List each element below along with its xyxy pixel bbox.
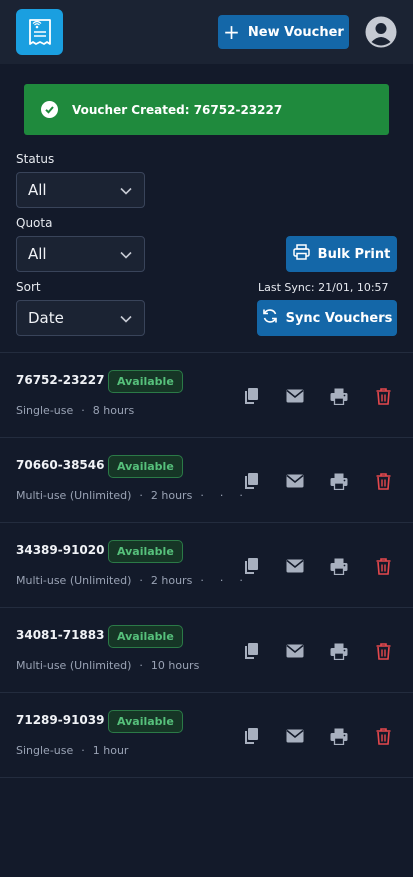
voucher-meta: Single-use · 1 hour bbox=[16, 744, 128, 757]
quota-filter-label: Quota bbox=[16, 216, 53, 230]
status-select-value: All bbox=[28, 181, 47, 199]
quota-select[interactable]: All bbox=[16, 236, 145, 272]
copy-icon[interactable] bbox=[242, 642, 260, 660]
new-voucher-button[interactable]: + New Voucher bbox=[218, 15, 349, 49]
voucher-duration: 10 hours bbox=[150, 659, 200, 672]
print-icon[interactable] bbox=[330, 727, 348, 745]
voucher-meta: Single-use · 8 hours bbox=[16, 404, 134, 417]
status-badge: Available bbox=[108, 540, 183, 563]
copy-icon[interactable] bbox=[242, 727, 260, 745]
separator-dot: · bbox=[219, 574, 224, 587]
voucher-type: Multi-use (Unlimited) bbox=[16, 574, 132, 587]
separator-dot: · bbox=[139, 489, 143, 502]
separator-dot: · bbox=[139, 574, 143, 587]
chevron-down-icon bbox=[120, 181, 132, 199]
success-toast: Voucher Created: 76752-23227 bbox=[24, 84, 389, 135]
bulk-print-button[interactable]: Bulk Print bbox=[286, 236, 397, 272]
separator-dot: · bbox=[239, 574, 243, 587]
new-voucher-label: New Voucher bbox=[247, 24, 344, 40]
copy-icon[interactable] bbox=[242, 557, 260, 575]
voucher-code[interactable]: 70660-38546 bbox=[16, 458, 104, 472]
voucher-meta: Multi-use (Unlimited) · 10 hours bbox=[16, 659, 199, 672]
status-badge: Available bbox=[108, 370, 183, 393]
voucher-row: 71289-91039 Available Single-use · 1 hour bbox=[0, 693, 413, 778]
plus-icon: + bbox=[223, 20, 240, 44]
chevron-down-icon bbox=[120, 245, 132, 263]
trash-icon[interactable] bbox=[374, 472, 392, 490]
separator-dot: · bbox=[219, 489, 224, 502]
voucher-type: Multi-use (Unlimited) bbox=[16, 489, 132, 502]
voucher-type: Single-use bbox=[16, 744, 74, 757]
voucher-duration: 1 hour bbox=[92, 744, 129, 757]
trash-icon[interactable] bbox=[374, 387, 392, 405]
mail-icon[interactable] bbox=[286, 642, 304, 660]
separator-dot: · bbox=[200, 574, 204, 587]
trash-icon[interactable] bbox=[374, 642, 392, 660]
mail-icon[interactable] bbox=[286, 727, 304, 745]
bulk-print-label: Bulk Print bbox=[317, 246, 391, 262]
print-icon[interactable] bbox=[330, 387, 348, 405]
voucher-row: 76752-23227 Available Single-use · 8 hours bbox=[0, 353, 413, 438]
app-header: + New Voucher bbox=[0, 0, 413, 64]
printer-icon bbox=[292, 244, 310, 264]
user-circle-icon[interactable] bbox=[365, 16, 397, 48]
sort-filter-label: Sort bbox=[16, 280, 41, 294]
sort-select[interactable]: Date bbox=[16, 300, 145, 336]
voucher-duration: 2 hours bbox=[150, 574, 193, 587]
voucher-duration: 2 hours bbox=[150, 489, 193, 502]
voucher-type: Multi-use (Unlimited) bbox=[16, 659, 132, 672]
voucher-code[interactable]: 76752-23227 bbox=[16, 373, 104, 387]
print-icon[interactable] bbox=[330, 472, 348, 490]
voucher-code[interactable]: 34389-91020 bbox=[16, 543, 104, 557]
status-select[interactable]: All bbox=[16, 172, 145, 208]
separator-dot: · bbox=[81, 744, 85, 757]
voucher-meta: Multi-use (Unlimited) · 2 hours · · · bbox=[16, 574, 251, 587]
status-badge: Available bbox=[108, 455, 183, 478]
status-badge: Available bbox=[108, 625, 183, 648]
last-sync-text: Last Sync: 21/01, 10:57 bbox=[258, 281, 389, 294]
sort-select-value: Date bbox=[28, 309, 64, 327]
mail-icon[interactable] bbox=[286, 557, 304, 575]
voucher-code[interactable]: 71289-91039 bbox=[16, 713, 104, 727]
copy-icon[interactable] bbox=[242, 472, 260, 490]
voucher-meta: Multi-use (Unlimited) · 2 hours · · · bbox=[16, 489, 251, 502]
voucher-row: 70660-38546 Available Multi-use (Unlimited… bbox=[0, 438, 413, 523]
trash-icon[interactable] bbox=[374, 557, 392, 575]
print-icon[interactable] bbox=[330, 642, 348, 660]
print-icon[interactable] bbox=[330, 557, 348, 575]
separator-dot: · bbox=[139, 659, 143, 672]
copy-icon[interactable] bbox=[242, 387, 260, 405]
mail-icon[interactable] bbox=[286, 387, 304, 405]
trash-icon[interactable] bbox=[374, 727, 392, 745]
status-filter-label: Status bbox=[16, 152, 55, 166]
voucher-type: Single-use bbox=[16, 404, 74, 417]
voucher-row: 34081-71883 Available Multi-use (Unlimited… bbox=[0, 608, 413, 693]
sync-vouchers-button[interactable]: Sync Vouchers bbox=[257, 300, 397, 336]
voucher-code[interactable]: 34081-71883 bbox=[16, 628, 104, 642]
voucher-duration: 8 hours bbox=[92, 404, 135, 417]
status-badge: Available bbox=[108, 710, 183, 733]
mail-icon[interactable] bbox=[286, 472, 304, 490]
separator-dot: · bbox=[200, 489, 204, 502]
receipt-wifi-icon[interactable] bbox=[16, 9, 63, 55]
separator-dot: · bbox=[239, 489, 243, 502]
quota-select-value: All bbox=[28, 245, 47, 263]
check-circle-icon bbox=[41, 101, 58, 118]
separator-dot: · bbox=[81, 404, 85, 417]
chevron-down-icon bbox=[120, 309, 132, 327]
sync-icon bbox=[262, 308, 278, 328]
sync-vouchers-label: Sync Vouchers bbox=[285, 310, 393, 326]
voucher-row: 34389-91020 Available Multi-use (Unlimited… bbox=[0, 523, 413, 608]
toast-text: Voucher Created: 76752-23227 bbox=[72, 102, 283, 117]
row-divider bbox=[0, 777, 413, 778]
